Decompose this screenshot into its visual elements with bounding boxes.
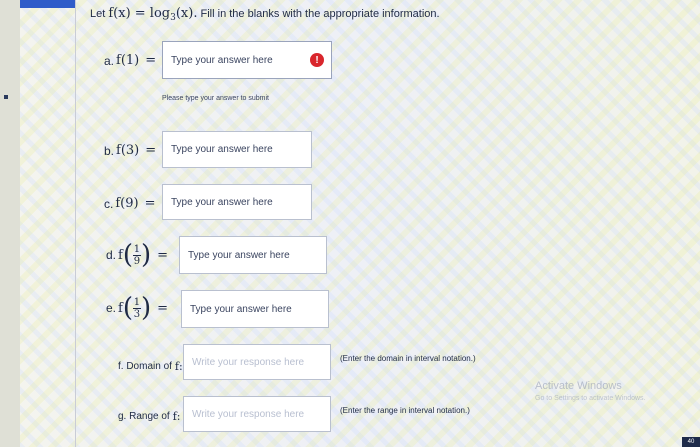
range-note: (Enter the range in interval notation.) (340, 406, 470, 415)
top-tab-indicator (20, 0, 75, 8)
question-e-label: e. f ( 1 3 ) = (106, 295, 168, 321)
question-g-label: g. Range of f: (118, 410, 181, 423)
question-d-open-paren: ( (122, 240, 133, 270)
question-e-denominator: 3 (133, 308, 141, 320)
activate-windows-subtitle: Go to Settings to activate Windows. (535, 395, 646, 402)
question-d-fraction: 1 9 (132, 243, 141, 267)
question-d-label: d. f ( 1 9 ) = (106, 242, 168, 268)
corner-badge: 40 (682, 437, 700, 447)
question-c-equals: = (144, 196, 156, 211)
question-f-text: f. Domain of (118, 361, 172, 372)
answer-input-c[interactable]: Type your answer here (162, 184, 312, 220)
function-argument: (x). (175, 6, 198, 21)
question-e-equals: = (157, 300, 169, 316)
answer-input-d[interactable]: Type your answer here (179, 236, 327, 274)
question-a-letter: a. (104, 53, 115, 68)
header-prefix: Let (90, 8, 106, 20)
question-e-fraction: 1 3 (132, 296, 141, 320)
instruction-text: Fill in the blanks with the appropriate … (200, 8, 440, 20)
question-d-numerator: 1 (133, 243, 141, 255)
question-c-expression: f(9) (115, 196, 139, 211)
error-alert-glyph: ! (315, 54, 319, 66)
question-d-equals: = (157, 247, 169, 263)
domain-input-placeholder: Write your response here (192, 356, 305, 368)
answer-input-d-placeholder: Type your answer here (188, 249, 290, 261)
question-b-letter: b. (104, 143, 115, 158)
question-e-numerator: 1 (133, 296, 141, 308)
question-e-close-paren: ) (140, 293, 152, 323)
question-c-letter: c. (104, 196, 114, 211)
domain-note: (Enter the domain in interval notation.) (340, 354, 476, 363)
submit-hint: Please type your answer to submit (162, 95, 269, 102)
range-input[interactable]: Write your response here (183, 396, 331, 432)
answer-input-b-placeholder: Type your answer here (171, 144, 273, 155)
page-divider (75, 0, 76, 447)
answer-input-e[interactable]: Type your answer here (181, 290, 329, 328)
activate-windows-watermark: Activate Windows (535, 380, 622, 392)
question-e-letter: e. (106, 301, 117, 315)
left-margin (0, 0, 20, 447)
domain-input[interactable]: Write your response here (183, 344, 331, 380)
question-f-function: f: (174, 360, 183, 373)
question-a-expression: f(1) (116, 53, 140, 68)
question-e-open-paren: ( (122, 293, 133, 323)
question-g-function: f: (172, 410, 181, 423)
range-input-placeholder: Write your response here (192, 408, 305, 420)
answer-input-e-placeholder: Type your answer here (190, 303, 292, 315)
function-definition: f(x) = log (108, 6, 171, 21)
question-d-denominator: 9 (133, 255, 141, 267)
question-b-label: b. f(3) = (104, 143, 156, 158)
answer-input-b[interactable]: Type your answer here (162, 131, 312, 168)
question-c-label: c. f(9) = (104, 196, 155, 211)
question-b-equals: = (145, 143, 157, 158)
question-b-expression: f(3) (116, 143, 140, 158)
answer-input-c-placeholder: Type your answer here (171, 196, 273, 208)
problem-statement: Let f(x) = log3(x). Fill in the blanks w… (90, 6, 440, 23)
question-a-equals: = (145, 53, 157, 68)
question-f-label: f. Domain of f: (118, 360, 183, 373)
margin-marker (4, 95, 8, 99)
question-d-close-paren: ) (140, 240, 152, 270)
answer-input-a-placeholder: Type your answer here (171, 54, 273, 66)
answer-input-a[interactable]: Type your answer here (162, 41, 332, 79)
question-d-letter: d. (106, 248, 117, 262)
question-g-text: g. Range of (118, 411, 170, 422)
error-alert-icon: ! (310, 53, 324, 67)
question-a-label: a. f(1) = (104, 53, 156, 68)
